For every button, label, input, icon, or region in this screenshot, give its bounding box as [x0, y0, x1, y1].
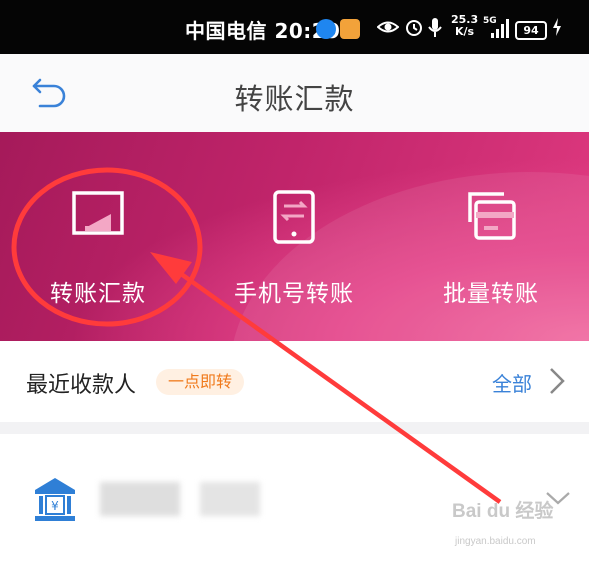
chevron-right-icon[interactable] — [548, 367, 566, 395]
payee-name-redacted — [100, 482, 180, 516]
watermark: Bai du 经验 — [452, 501, 554, 522]
view-all-link[interactable]: 全部 — [492, 368, 532, 397]
transfer-label: 转账汇款 — [50, 281, 146, 307]
svg-text:¥: ¥ — [51, 499, 59, 513]
batch-transfer-button[interactable]: 批量转账 — [393, 132, 589, 341]
eye-icon — [377, 21, 399, 33]
charging-icon — [553, 18, 561, 36]
batch-transfer-label: 批量转账 — [443, 281, 539, 307]
function-banner: 转账汇款 手机号转账 批量转账 — [0, 132, 589, 341]
header-bar: 转账汇款 — [0, 54, 589, 132]
quick-transfer-badge: 一点即转 — [156, 369, 245, 395]
network-speed: 25.3 K/s — [451, 13, 479, 38]
alarm-icon — [406, 20, 422, 36]
app-notification-icon-2 — [340, 19, 360, 39]
app-notification-icon — [316, 19, 336, 39]
page-title: 转账汇款 — [234, 82, 355, 116]
watermark-url: jingyan.baidu.com — [455, 536, 536, 547]
transfer-button[interactable]: 转账汇款 — [0, 132, 196, 341]
phone-transfer-label: 手机号转账 — [234, 281, 354, 307]
batch-transfer-icon — [468, 192, 516, 240]
phone-transfer-button[interactable]: 手机号转账 — [196, 132, 392, 341]
recent-payees-title: 最近收款人 — [26, 373, 137, 398]
signal-icon — [491, 19, 509, 38]
bank-icon: ¥ — [35, 478, 75, 521]
battery-indicator: 94 — [515, 21, 547, 40]
status-bar: 中国电信 20:29 25.3 K/s 5G 94 — [0, 0, 589, 54]
transfer-icon — [72, 191, 124, 235]
phone-transfer-icon — [273, 190, 315, 244]
recent-payees-header: 最近收款人 一点即转 全部 — [0, 341, 589, 422]
microphone-icon — [428, 18, 442, 37]
payee-account-redacted — [200, 482, 260, 516]
